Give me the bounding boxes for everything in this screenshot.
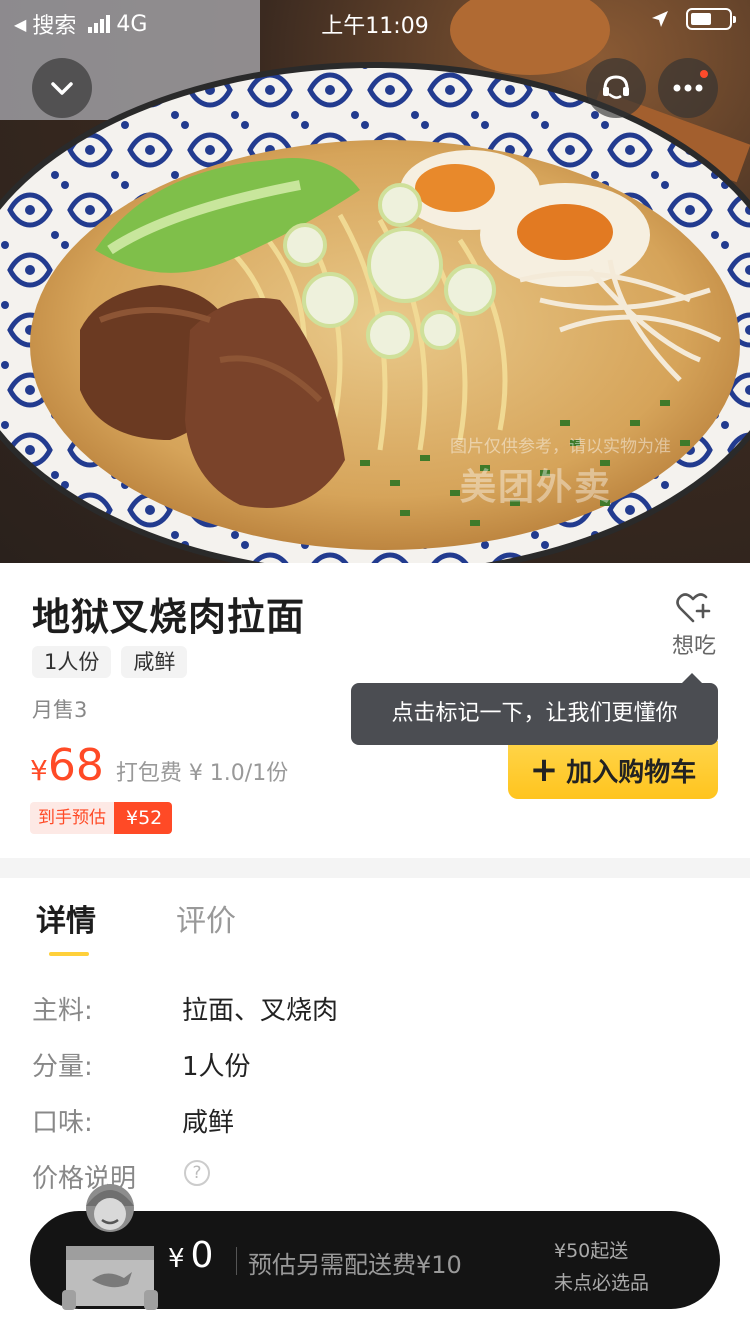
dish-photo: 图片仅供参考，请以实物为准 美团外卖 ◀ 搜索 4G 上午11:09 [0,0,750,563]
headset-icon [603,75,629,99]
status-bar: ◀ 搜索 4G 上午11:09 [0,0,750,40]
packing-fee: 打包费 ¥ 1.0/1份 [115,761,289,786]
price-row: ¥ 68 打包费 ¥ 1.0/1份 [30,740,288,791]
product-tags: 1人份 咸鲜 [32,646,188,678]
tab-reviews[interactable]: 评价 [176,896,236,940]
more-options-button[interactable] [658,58,718,118]
estimated-price-badge: 到手预估 ¥52 [30,802,173,834]
heart-plus-icon [676,593,711,623]
estimate-label: 到手预估 [30,802,114,834]
battery-icon [686,8,736,30]
want-tooltip: 点击标记一下，让我们更懂你 [351,673,718,745]
courier-mascot-icon[interactable] [62,1180,158,1312]
location-arrow-icon [652,11,668,27]
photo-disclaimer: 图片仅供参考，请以实物为准 [450,437,671,457]
customer-service-button[interactable] [586,58,646,118]
detail-value: 拉面、叉烧肉 [182,996,339,1026]
add-to-cart-label: 加入购物车 [566,757,697,788]
price-currency: ¥ [30,754,48,787]
cart-total: ¥ 0 [168,1235,213,1276]
want-to-eat-button[interactable]: 想吃 [668,592,720,660]
product-title: 地狱叉烧肉拉面 [32,595,306,639]
ellipsis-icon [673,84,703,92]
cart-total-value: 0 [190,1235,214,1276]
estimate-value: ¥52 [114,802,173,834]
active-tab-indicator [49,952,89,956]
monthly-sales: 月售3 [32,698,88,722]
question-icon[interactable]: ? [184,1160,210,1186]
detail-key: 口味: [32,1108,93,1138]
tag-flavor: 咸鲜 [121,646,188,678]
clock: 上午11:09 [321,14,429,39]
cart-separator [236,1247,237,1275]
plus-icon: + [529,750,559,790]
detail-key: 分量: [32,1052,93,1082]
brand-watermark: 美团外卖 [460,467,613,508]
tag-portion: 1人份 [32,646,112,678]
want-label: 想吃 [671,634,716,659]
detail-value: 1人份 [182,1052,251,1082]
delivery-fee-note: 预估另需配送费¥10 [248,1251,462,1279]
required-item-note: 未点必选品 [554,1272,650,1294]
min-order-info: ¥50起送 未点必选品 [554,1235,649,1299]
min-order-label: ¥50起送 [554,1240,629,1262]
detail-key: 主料: [32,996,93,1026]
detail-value: 咸鲜 [182,1108,235,1138]
cart-currency: ¥ [168,1244,185,1274]
price-value: 68 [47,740,104,791]
chevron-down-icon [51,82,73,95]
notification-dot [700,70,708,78]
tab-details[interactable]: 详情 [36,896,96,940]
collapse-button[interactable] [32,58,92,118]
section-divider [0,858,750,878]
add-to-cart-button[interactable]: + 加入购物车 [508,741,718,799]
